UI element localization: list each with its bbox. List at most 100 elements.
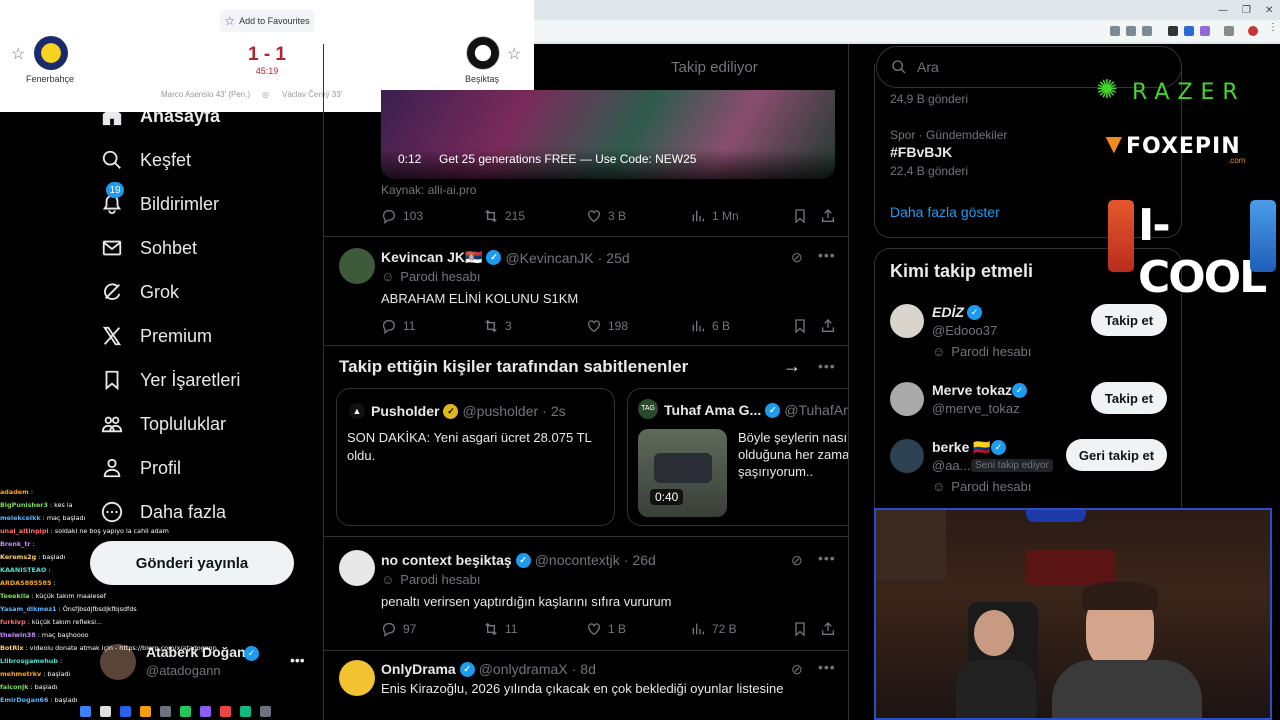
- taskbar-app-icon[interactable]: [160, 706, 171, 717]
- avatar[interactable]: [339, 550, 375, 586]
- taskbar-app-icon[interactable]: [80, 706, 91, 717]
- bookmark-button[interactable]: [792, 318, 808, 334]
- chat-message: BigPunisher3 : kes la: [0, 501, 73, 509]
- bookmark-star-icon[interactable]: [1142, 26, 1152, 36]
- taskbar-app-icon[interactable]: [200, 706, 211, 717]
- nav-bookmarks[interactable]: Yer İşaretleri: [100, 362, 240, 398]
- nav-premium[interactable]: Premium: [100, 318, 212, 354]
- extension-icon[interactable]: [1224, 26, 1234, 36]
- like-count: 3 B: [608, 209, 627, 223]
- minimize-icon[interactable]: —: [1218, 5, 1228, 16]
- verified-badge-icon: ✓: [765, 402, 781, 418]
- views-button[interactable]: 1 Mn: [690, 208, 739, 224]
- more-options-icon[interactable]: •••: [818, 247, 836, 263]
- nav-communities[interactable]: Topluluklar: [100, 406, 226, 442]
- chat-username: furkivp: [0, 618, 26, 626]
- taskbar-app-icon[interactable]: [240, 706, 251, 717]
- follow-button[interactable]: Takip et: [1091, 304, 1167, 336]
- grok-explain-icon[interactable]: ⊘: [791, 661, 804, 678]
- share-button[interactable]: [820, 621, 836, 637]
- views-button[interactable]: 6 B: [690, 318, 730, 334]
- nav-notifications[interactable]: 19 Bildirimler: [100, 182, 219, 222]
- taskbar-app-icon[interactable]: [220, 706, 231, 717]
- extension-icon[interactable]: [1168, 26, 1178, 36]
- follow-back-button[interactable]: Geri takip et: [1066, 439, 1167, 471]
- arrow-right-icon[interactable]: →: [783, 356, 801, 377]
- nav-grok[interactable]: Grok: [100, 274, 179, 310]
- taskbar-app-icon[interactable]: [180, 706, 191, 717]
- nav-explore[interactable]: Keşfet: [100, 142, 191, 178]
- chat-username: Llibrosgamehub: [0, 657, 58, 665]
- taskbar-app-icon[interactable]: [120, 706, 131, 717]
- avatar[interactable]: [339, 248, 375, 284]
- author-name: Pusholder: [371, 403, 440, 419]
- tab-following[interactable]: Takip ediliyor: [671, 44, 758, 90]
- sponsor-logos: ✺ RAZER ▼ FOXEPIN .com I-COOL: [1090, 60, 1280, 303]
- reply-button[interactable]: 97: [381, 621, 416, 637]
- chat-username: falconjk: [0, 683, 29, 691]
- parody-text: Parodi hesabı: [951, 479, 1032, 494]
- chat-username: Brenk_tr: [0, 540, 31, 548]
- avatar[interactable]: [890, 382, 924, 416]
- avatar[interactable]: [890, 304, 924, 338]
- extension-icon[interactable]: [1200, 26, 1210, 36]
- close-window-icon[interactable]: ✕: [1265, 5, 1273, 16]
- tweet-author[interactable]: Kevincan JK🇷🇸 ✓ @KevincanJK · 25d: [381, 249, 630, 266]
- chat-message: falconjk : başladı: [0, 683, 58, 691]
- share-button[interactable]: [820, 318, 836, 334]
- pinned-card[interactable]: TAG Tuhaf Ama G... ✓ @TuhafAma 0:40 Böyl…: [627, 388, 848, 526]
- profile-avatar-icon[interactable]: [1248, 26, 1258, 36]
- like-button[interactable]: 198: [586, 318, 628, 334]
- video-thumbnail[interactable]: 0:40: [638, 429, 727, 517]
- tweet-text: Enis Kirazoğlu, 2026 yılında çıkacak en …: [381, 681, 784, 696]
- chat-text: videolu donate atmak için - https://bler…: [29, 644, 217, 652]
- grok-explain-icon[interactable]: ⊘: [791, 249, 804, 266]
- show-more-link[interactable]: Daha fazla göster: [890, 204, 1000, 220]
- chat-message: Llibrosgamehub :: [0, 657, 63, 665]
- more-options-icon[interactable]: •••: [818, 358, 836, 374]
- more-options-icon[interactable]: •••: [818, 659, 836, 675]
- nav-profile[interactable]: Profil: [100, 450, 181, 486]
- bookmark-button[interactable]: [792, 621, 808, 637]
- bookmark-button[interactable]: [792, 208, 808, 224]
- tweet-time: 26d: [632, 552, 656, 568]
- promo-video[interactable]: 0:12 Get 25 generations FREE — Use Code:…: [381, 90, 835, 179]
- share-button[interactable]: [820, 208, 836, 224]
- grok-explain-icon[interactable]: ⊘: [791, 552, 804, 569]
- avatar[interactable]: [890, 439, 924, 473]
- browser-menu-icon[interactable]: ⋮: [1268, 22, 1278, 33]
- reply-button[interactable]: 103: [381, 208, 423, 224]
- more-options-icon[interactable]: •••: [818, 550, 836, 566]
- tweet-author[interactable]: no context beşiktaş ✓ @nocontextjk · 26d: [381, 552, 656, 568]
- reply-count: 11: [403, 319, 416, 333]
- nav-messages[interactable]: Sohbet: [100, 230, 197, 266]
- taskbar-app-icon[interactable]: [100, 706, 111, 717]
- like-button[interactable]: 3 B: [586, 208, 626, 224]
- repost-button[interactable]: 11: [483, 621, 517, 637]
- chat-message: melekcelkk : maç başladı: [0, 514, 86, 522]
- repost-button[interactable]: 3: [483, 318, 512, 334]
- nav-label: Sohbet: [140, 237, 198, 258]
- reply-button[interactable]: 11: [381, 318, 415, 334]
- extension-icon[interactable]: [1184, 26, 1194, 36]
- person-hair-shape: [1082, 582, 1158, 610]
- maximize-icon[interactable]: ❐: [1242, 5, 1251, 16]
- tweet-author[interactable]: OnlyDrama ✓ @onlydramaX · 8d: [381, 661, 596, 677]
- favourite-home-star-icon[interactable]: ☆: [11, 44, 25, 64]
- extension-icon[interactable]: [1126, 26, 1136, 36]
- pinned-card[interactable]: ▲ Pusholder ✓ @pusholder · 2s SON DAKİKA…: [336, 388, 615, 526]
- tweet-time: 2s: [550, 403, 566, 419]
- add-to-favourites-button[interactable]: ☆ Add to Favourites: [220, 10, 314, 32]
- repost-button[interactable]: 215: [483, 208, 525, 224]
- extension-icon[interactable]: [1110, 26, 1120, 36]
- follow-button[interactable]: Takip et: [1091, 382, 1167, 414]
- taskbar-app-icon[interactable]: [260, 706, 271, 717]
- avatar[interactable]: [339, 660, 375, 696]
- taskbar-app-icon[interactable]: [140, 706, 151, 717]
- favourites-label: Add to Favourites: [239, 16, 310, 26]
- like-button[interactable]: 1 B: [586, 621, 626, 637]
- promo-actions: 103 215 3 B 1 Mn: [381, 208, 835, 228]
- tweet-divider: [324, 236, 848, 237]
- trend-count: 22,4 B gönderi: [890, 164, 969, 178]
- views-button[interactable]: 72 B: [690, 621, 737, 637]
